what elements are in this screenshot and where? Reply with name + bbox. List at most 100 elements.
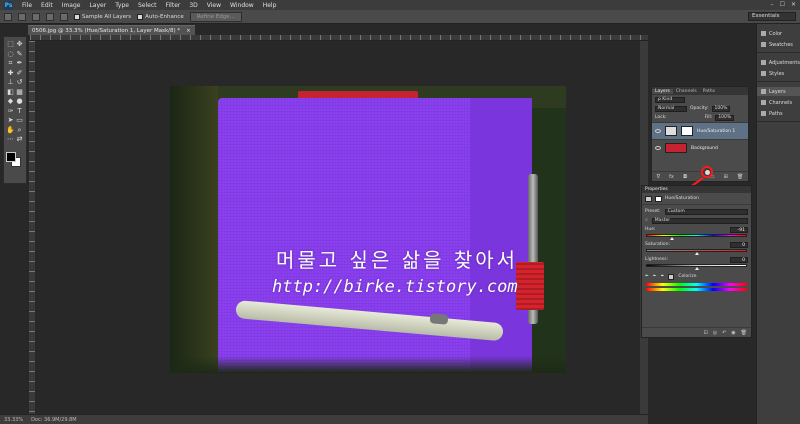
view-previous-icon[interactable]: ◎ xyxy=(713,330,717,336)
hand-tool-icon[interactable]: ✋ xyxy=(6,126,15,136)
layer-mask-thumb[interactable] xyxy=(681,126,693,136)
preset-select[interactable]: Custom xyxy=(664,208,748,215)
document-image[interactable] xyxy=(170,86,566,373)
stamp-tool-icon[interactable]: ⊥ xyxy=(6,78,15,88)
saturation-input[interactable]: 0 xyxy=(730,241,748,248)
styles-panel-tab[interactable]: Styles xyxy=(757,69,800,78)
shape-tool-icon[interactable]: ▭ xyxy=(15,116,24,126)
eraser-tool-icon[interactable]: ◧ xyxy=(6,88,15,98)
colorize-checkbox[interactable] xyxy=(668,273,675,280)
fill-input[interactable]: 100% xyxy=(715,114,735,121)
kind-filter-select[interactable]: ρ Kind xyxy=(655,96,685,103)
swap-colors-icon[interactable]: ⇄ xyxy=(15,135,24,145)
opacity-input[interactable]: 100% xyxy=(711,105,731,112)
dodge-tool-icon[interactable]: ● xyxy=(15,97,24,107)
menu-image[interactable]: Image xyxy=(62,2,81,9)
layer-row-background[interactable]: Background xyxy=(652,139,748,156)
blur-tool-icon[interactable]: ◆ xyxy=(6,97,15,107)
auto-enhance-checkbox[interactable]: Auto-Enhance xyxy=(137,13,184,20)
menu-layer[interactable]: Layer xyxy=(89,2,106,9)
maximize-button[interactable]: ☐ xyxy=(780,1,785,8)
visibility-eye-icon[interactable] xyxy=(655,146,661,150)
pen-tool-icon[interactable]: ✑ xyxy=(6,107,15,117)
crop-tool-icon[interactable]: ⌗ xyxy=(6,59,15,69)
add-selection-icon[interactable] xyxy=(32,12,40,21)
reset-icon[interactable]: ↶ xyxy=(722,330,726,336)
tab-channels[interactable]: Channels xyxy=(673,89,700,94)
menu-filter[interactable]: Filter xyxy=(166,2,181,9)
subtract-selection-icon[interactable] xyxy=(46,12,54,21)
lightness-slider-thumb[interactable] xyxy=(695,267,699,270)
foreground-color-swatch[interactable] xyxy=(6,152,16,162)
tab-paths[interactable]: Paths xyxy=(700,89,718,94)
highlighted-adjustment-button[interactable] xyxy=(701,166,713,178)
new-selection-icon[interactable] xyxy=(18,12,26,21)
tab-layers[interactable]: Layers xyxy=(652,88,673,94)
workspace-select[interactable]: Essentials xyxy=(748,12,796,21)
input-color-bar xyxy=(646,283,747,286)
refine-edge-button[interactable]: Refine Edge... xyxy=(189,11,242,22)
quick-select-tool-icon[interactable]: ✎ xyxy=(15,50,24,60)
menu-window[interactable]: Window xyxy=(230,2,254,9)
opacity-label: Opacity: xyxy=(690,106,709,111)
history-brush-tool-icon[interactable]: ↺ xyxy=(15,78,24,88)
channels-icon xyxy=(761,100,766,105)
path-select-tool-icon[interactable]: ➤ xyxy=(6,116,15,126)
paths-panel-tab[interactable]: Paths xyxy=(757,109,800,118)
toggle-visibility-icon[interactable]: ◉ xyxy=(731,330,735,336)
blend-mode-select[interactable]: Normal xyxy=(655,105,687,112)
link-layers-icon[interactable]: ᐁ xyxy=(657,174,660,180)
delete-adjustment-icon[interactable]: 🗑 xyxy=(741,330,747,336)
channels-panel-tab[interactable]: Channels xyxy=(757,98,800,107)
sample-all-layers-checkbox[interactable]: Sample All Layers xyxy=(74,13,131,20)
edit-toolbar-icon[interactable]: ⋯ xyxy=(6,135,15,145)
menu-file[interactable]: File xyxy=(22,2,32,9)
adjustments-icon xyxy=(761,60,766,65)
tool-preset-icon[interactable] xyxy=(4,12,12,21)
healing-tool-icon[interactable]: ✚ xyxy=(6,69,15,79)
gradient-tool-icon[interactable]: ▦ xyxy=(15,88,24,98)
menu-view[interactable]: View xyxy=(207,2,221,9)
hue-slider[interactable] xyxy=(646,234,747,237)
adjustments-label: Adjustments xyxy=(768,59,800,66)
marquee-tool-icon[interactable]: ⬚ xyxy=(6,40,15,50)
menu-help[interactable]: Help xyxy=(263,2,277,9)
eyedropper-minus-icon[interactable]: ✒ xyxy=(661,274,665,279)
menu-type[interactable]: Type xyxy=(115,2,129,9)
panel-dock: Color Swatches Adjustments Styles Layers… xyxy=(756,24,800,424)
document-close-icon[interactable]: × xyxy=(186,28,191,34)
adjustments-panel-tab[interactable]: Adjustments xyxy=(757,58,800,67)
type-tool-icon[interactable]: T xyxy=(15,107,24,117)
swatches-panel-tab[interactable]: Swatches xyxy=(757,40,800,49)
targeted-adjustment-icon[interactable]: ☝ xyxy=(645,218,648,223)
lightness-input[interactable]: 0 xyxy=(730,256,748,263)
minimize-button[interactable]: – xyxy=(771,1,774,8)
channel-select[interactable]: Master xyxy=(651,217,748,224)
menu-select[interactable]: Select xyxy=(138,2,157,9)
hue-input[interactable]: -91 xyxy=(730,226,748,233)
eyedropper-icon[interactable]: ✒ xyxy=(645,274,649,279)
hue-label: Hue: xyxy=(645,227,656,232)
brush-size-icon[interactable] xyxy=(60,12,68,21)
close-button[interactable]: ✕ xyxy=(791,1,796,8)
add-mask-icon[interactable]: ◘ xyxy=(683,174,687,180)
clip-to-layer-icon[interactable]: ⊡ xyxy=(703,330,707,336)
new-layer-icon[interactable]: ⊞ xyxy=(724,174,728,180)
eyedropper-tool-icon[interactable]: ✒ xyxy=(15,59,24,69)
brush-tool-icon[interactable]: ✐ xyxy=(15,69,24,79)
menu-3d[interactable]: 3D xyxy=(189,2,197,9)
visibility-eye-icon[interactable] xyxy=(655,129,661,133)
zoom-level[interactable]: 33.33% xyxy=(4,417,23,423)
lasso-tool-icon[interactable]: ◌ xyxy=(6,50,15,60)
move-tool-icon[interactable]: ✥ xyxy=(15,40,24,50)
layer-style-icon[interactable]: fx xyxy=(669,174,674,180)
mask-icon[interactable] xyxy=(655,195,662,202)
delete-layer-icon[interactable]: 🗑 xyxy=(737,174,743,180)
eyedropper-plus-icon[interactable]: ✒ xyxy=(653,274,657,279)
layer-row-hue-saturation[interactable]: Hue/Saturation 1 xyxy=(652,122,748,139)
color-panel-tab[interactable]: Color xyxy=(757,29,800,38)
zoom-tool-icon[interactable]: ⌕ xyxy=(15,126,24,136)
document-tab[interactable]: 0506.jpg @ 33.3% (Hue/Saturation 1, Laye… xyxy=(28,25,195,35)
layers-panel-tab[interactable]: Layers xyxy=(757,87,800,96)
menu-edit[interactable]: Edit xyxy=(41,2,53,9)
